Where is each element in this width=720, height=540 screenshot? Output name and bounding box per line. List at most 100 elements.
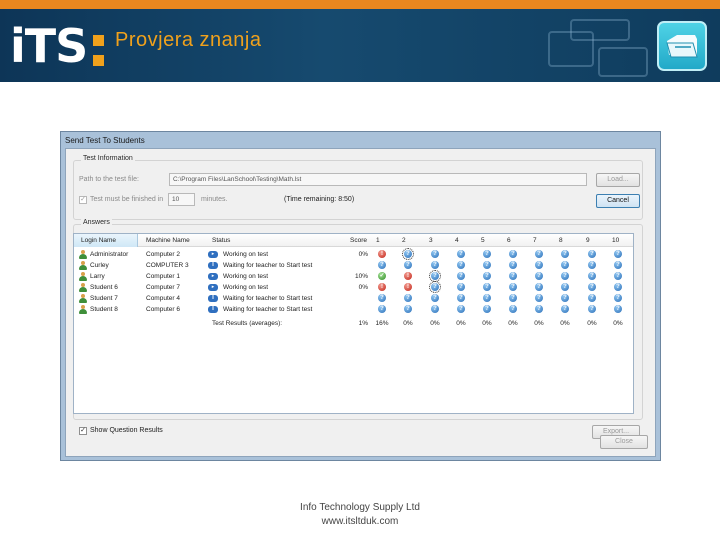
waiting-status-icon: ‖	[208, 262, 218, 269]
load-button[interactable]: Load...	[596, 173, 640, 187]
table-row[interactable]: Curley COMPUTER 3 ‖ Waiting for teacher to …	[74, 260, 633, 271]
question-average: 0%	[534, 320, 544, 327]
column-header[interactable]: Score	[350, 234, 367, 247]
question-average: 0%	[482, 320, 492, 327]
unanswered-icon: ?	[378, 294, 386, 302]
column-header[interactable]: 7	[533, 234, 537, 247]
averages-score: 1%	[358, 320, 368, 327]
unanswered-icon: ?	[429, 281, 441, 293]
logo-text: iTS	[10, 19, 88, 73]
unanswered-icon: ?	[561, 305, 569, 313]
score: 10%	[354, 273, 368, 280]
unanswered-icon: ?	[614, 250, 622, 258]
unanswered-icon: ?	[457, 294, 465, 302]
time-limit-checkbox[interactable]: ✓	[79, 196, 87, 204]
question-average: 0%	[456, 320, 466, 327]
working-status-icon: ▸	[208, 284, 218, 291]
show-results-checkbox[interactable]: ✓	[79, 427, 87, 435]
unanswered-icon: ?	[535, 261, 543, 269]
unanswered-icon: ?	[483, 272, 491, 280]
unanswered-icon: ?	[614, 283, 622, 291]
waiting-status-icon: ‖	[208, 306, 218, 313]
column-header[interactable]: Status	[212, 234, 230, 247]
unanswered-icon: ?	[561, 261, 569, 269]
table-row[interactable]: Administrator Computer 2 ▸ Working on test 0…	[74, 248, 633, 260]
column-header[interactable]: 4	[455, 234, 459, 247]
unanswered-icon: ?	[378, 261, 386, 269]
unanswered-icon: ?	[614, 305, 622, 313]
unanswered-icon: ?	[457, 250, 465, 258]
time-limit-label: Test must be finished in	[90, 196, 164, 203]
minutes-label: minutes.	[201, 196, 228, 203]
unanswered-icon: ?	[404, 261, 412, 269]
unanswered-icon: ?	[561, 283, 569, 291]
status-text: Working on test	[223, 251, 269, 258]
unanswered-icon: ?	[535, 305, 543, 313]
averages-label: Test Results (averages):	[212, 320, 283, 327]
incorrect-icon: !	[378, 283, 386, 291]
unanswered-icon: ?	[535, 272, 543, 280]
machine-name: Computer 6	[146, 306, 180, 313]
unanswered-icon: ?	[509, 305, 517, 313]
answers-legend: Answers	[81, 219, 112, 226]
show-results-label: Show Question Results	[90, 427, 163, 434]
unanswered-icon: ?	[404, 294, 412, 302]
test-information-group: Test Information	[73, 155, 643, 220]
unanswered-icon: ?	[431, 294, 439, 302]
working-status-icon: ▸	[208, 273, 218, 280]
decorative-shapes	[548, 19, 658, 82]
machine-name: COMPUTER 3	[146, 262, 189, 269]
table-row[interactable]: Student 6 Computer 7 ▸ Working on test 0%!!?…	[74, 281, 633, 293]
machine-name: Computer 1	[146, 273, 180, 280]
column-header[interactable]: 8	[559, 234, 563, 247]
question-average: 0%	[403, 320, 413, 327]
column-header[interactable]: 10	[612, 234, 619, 247]
close-button[interactable]: Close	[600, 435, 648, 449]
page-title: Provjera znanja	[115, 29, 262, 51]
unanswered-icon: ?	[535, 294, 543, 302]
folder-app-icon[interactable]	[657, 21, 707, 71]
path-field[interactable]: C:\Program Files\LanSchool\Testing\Math.…	[169, 173, 587, 186]
unanswered-icon: ?	[431, 261, 439, 269]
unanswered-icon: ?	[431, 250, 439, 258]
footer-website: www.itsltduk.com	[321, 516, 399, 527]
its-logo: iTS	[10, 23, 105, 69]
unanswered-icon: ?	[588, 261, 596, 269]
column-header[interactable]: 3	[429, 234, 433, 247]
unanswered-icon: ?	[457, 305, 465, 313]
incorrect-icon: !	[404, 283, 412, 291]
cancel-button[interactable]: Cancel	[596, 194, 640, 208]
header-banner: iTS Provjera znanja	[0, 9, 720, 82]
column-header[interactable]: 9	[586, 234, 590, 247]
time-remaining-text: (Time remaining: 8:50)	[284, 196, 355, 203]
column-header[interactable]: 5	[481, 234, 485, 247]
unanswered-icon: ?	[509, 294, 517, 302]
column-header[interactable]: 6	[507, 234, 511, 247]
dialog-body: Test Information Path to the test file: …	[65, 148, 656, 457]
column-header[interactable]: 2	[402, 234, 406, 247]
send-test-dialog: Send Test To Students Test Information P…	[60, 131, 661, 461]
unanswered-icon: ?	[457, 283, 465, 291]
time-limit-field[interactable]: 10	[168, 193, 195, 206]
waiting-status-icon: ‖	[208, 295, 218, 302]
table-row[interactable]: Larry Computer 1 ▸ Working on test 10% ✓!????…	[74, 270, 633, 282]
unanswered-icon: ?	[483, 294, 491, 302]
path-label: Path to the test file:	[79, 176, 139, 183]
unanswered-icon: ?	[429, 270, 441, 282]
column-header[interactable]: 1	[376, 234, 380, 247]
answers-list: Login Name Machine Name Status Score 1 2…	[73, 233, 634, 414]
table-row[interactable]: Student 7 Computer 4 ‖ Waiting for teacher …	[74, 293, 633, 304]
unanswered-icon: ?	[457, 272, 465, 280]
table-row[interactable]: Student 8 Computer 6 ‖ Waiting for teacher …	[74, 304, 633, 315]
status-text: Waiting for teacher to Start test	[223, 262, 313, 269]
unanswered-icon: ?	[614, 261, 622, 269]
column-header[interactable]: Login Name	[81, 234, 116, 247]
student-icon	[79, 261, 87, 270]
student-icon	[79, 283, 87, 292]
footer-company: Info Technology Supply Ltd	[300, 502, 420, 513]
student-icon	[79, 272, 87, 281]
question-average: 0%	[560, 320, 570, 327]
column-header[interactable]: Machine Name	[146, 234, 190, 247]
login-name: Larry	[90, 273, 105, 280]
unanswered-icon: ?	[614, 294, 622, 302]
